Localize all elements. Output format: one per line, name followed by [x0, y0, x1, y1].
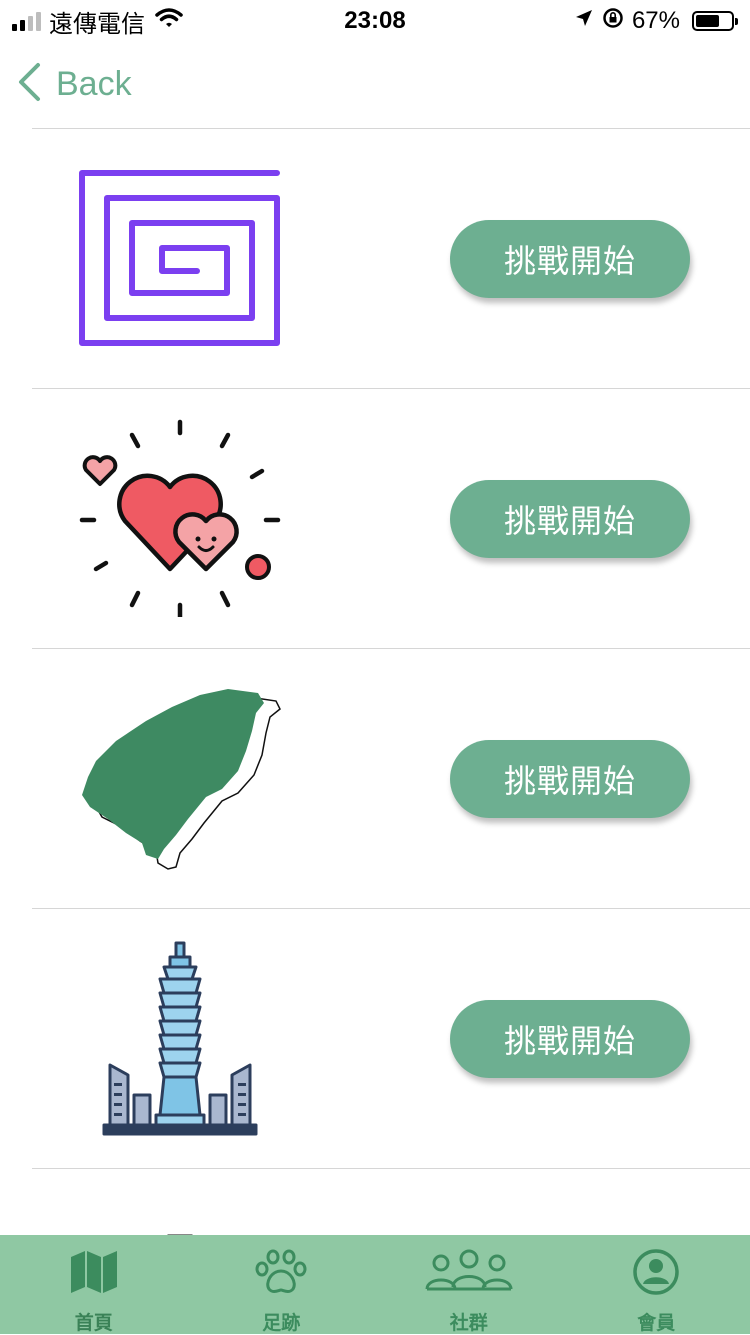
start-challenge-button[interactable]: 挑戰開始 [450, 740, 690, 818]
battery-icon [692, 11, 734, 31]
start-challenge-button[interactable]: 挑戰開始 [450, 1000, 690, 1078]
chevron-left-icon [16, 62, 42, 107]
taiwan-map-icon [76, 677, 286, 877]
status-bar: 遠傳電信 23:08 67% [0, 0, 750, 42]
start-challenge-button[interactable]: 挑戰開始 [450, 220, 690, 298]
tab-label: 首頁 [75, 1308, 113, 1335]
battery-percent: 67% [632, 7, 680, 35]
back-label: Back [56, 65, 132, 104]
tab-label: 足跡 [262, 1308, 300, 1335]
tab-label: 社群 [450, 1308, 488, 1335]
challenge-row [32, 1168, 750, 1238]
start-challenge-button[interactable]: 挑戰開始 [450, 480, 690, 558]
tab-member[interactable]: 會員 [563, 1235, 750, 1334]
map-icon [69, 1249, 119, 1300]
tab-home[interactable]: 首頁 [0, 1235, 188, 1334]
nav-bar: Back [0, 52, 750, 122]
rotation-lock-icon [602, 7, 624, 36]
challenge-list: 挑戰開始 [32, 128, 750, 1238]
hearts-icon [76, 417, 286, 617]
user-icon [632, 1249, 680, 1300]
location-arrow-icon [574, 7, 594, 35]
challenge-row: 挑戰開始 [32, 128, 750, 388]
community-icon [425, 1249, 513, 1300]
taipei-101-icon [76, 937, 286, 1137]
tab-community[interactable]: 社群 [375, 1235, 563, 1334]
tab-label: 會員 [637, 1308, 675, 1335]
status-right: 67% [574, 6, 734, 36]
challenge-row: 挑戰開始 [32, 648, 750, 908]
back-button[interactable]: Back [16, 62, 132, 107]
challenge-row: 挑戰開始 [32, 388, 750, 648]
tab-bar: 首頁 足跡 [0, 1235, 750, 1334]
maze-spiral-icon [76, 157, 286, 357]
partial-item-icon [76, 1197, 286, 1238]
paw-icon [255, 1249, 307, 1300]
tab-footprints[interactable]: 足跡 [188, 1235, 376, 1334]
challenge-row: 挑戰開始 [32, 908, 750, 1168]
